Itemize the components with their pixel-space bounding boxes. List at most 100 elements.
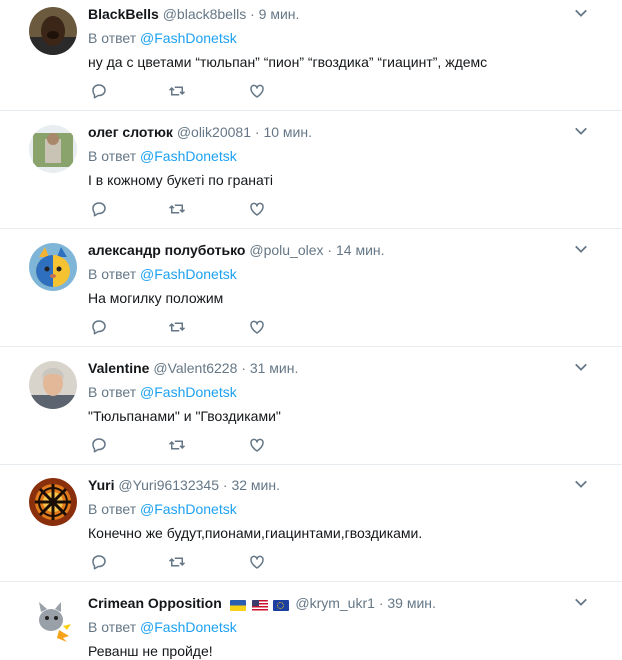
tweet-actions — [88, 200, 288, 220]
tweet-menu-button[interactable] — [574, 477, 590, 493]
reply-prefix: В ответ — [88, 619, 137, 635]
reply-tweet[interactable]: Valentine @Valent6228 · 31 мин. В ответ … — [0, 354, 622, 465]
retweet-icon — [168, 322, 186, 332]
avatar-photo-icon — [29, 125, 77, 173]
reply-button[interactable] — [90, 318, 110, 338]
display-name[interactable]: Yuri — [88, 477, 114, 493]
avatar-cat-icon — [29, 243, 77, 291]
retweet-icon — [168, 86, 186, 96]
avatar[interactable] — [29, 125, 77, 173]
tweet-menu-button[interactable] — [574, 242, 590, 258]
reply-context: В ответ @FashDonetsk — [88, 500, 237, 518]
reply-icon — [92, 320, 106, 335]
flag-ukraine-icon — [229, 599, 246, 611]
like-button[interactable] — [248, 436, 268, 456]
user-handle[interactable]: @Yuri96132345 — [118, 477, 219, 493]
separator-dot: · — [250, 6, 255, 22]
user-handle[interactable]: @black8bells — [163, 6, 246, 22]
reply-icon — [92, 438, 106, 453]
avatar-cartoon-icon — [29, 596, 77, 644]
timestamp[interactable]: 39 мин. — [387, 595, 436, 611]
retweet-button[interactable] — [168, 436, 188, 456]
timestamp[interactable]: 31 мин. — [250, 360, 299, 376]
tweet-actions — [88, 318, 288, 338]
avatar[interactable] — [29, 596, 77, 644]
tweet-menu-button[interactable] — [574, 124, 590, 140]
retweet-button[interactable] — [168, 318, 188, 338]
tweet-menu-button[interactable] — [574, 6, 590, 22]
heart-icon — [250, 438, 264, 452]
display-name[interactable]: BlackBells — [88, 6, 159, 22]
retweet-icon — [168, 204, 186, 214]
retweet-button[interactable] — [168, 553, 188, 573]
avatar-photo-icon — [29, 7, 77, 55]
timestamp[interactable]: 32 мин. — [231, 477, 280, 493]
like-button[interactable] — [248, 318, 268, 338]
separator-dot: · — [378, 595, 384, 611]
reply-button[interactable] — [90, 200, 110, 220]
reply-button[interactable] — [90, 436, 110, 456]
reply-icon — [92, 555, 106, 570]
heart-icon — [250, 320, 264, 334]
flag-usa-canton — [251, 599, 259, 606]
reply-to-link[interactable]: @FashDonetsk — [140, 619, 237, 635]
chevron-down-icon — [575, 598, 587, 606]
avatar[interactable] — [29, 243, 77, 291]
retweet-icon — [168, 557, 186, 567]
tweet-text: "Тюльпанами" и "Гвоздиками" — [88, 408, 281, 424]
chevron-down-icon — [575, 363, 587, 371]
reply-to-link[interactable]: @FashDonetsk — [140, 384, 237, 400]
display-name[interactable]: александр полуботько — [88, 242, 245, 258]
flag-eu-stars — [277, 601, 285, 609]
timestamp[interactable]: 14 мин. — [336, 242, 385, 258]
tweet-actions — [88, 82, 288, 102]
avatar[interactable] — [29, 361, 77, 409]
reply-icon — [92, 84, 106, 99]
like-button[interactable] — [248, 200, 268, 220]
flag-usa-icon — [251, 599, 268, 611]
user-handle[interactable]: @olik20081 — [177, 124, 251, 140]
reply-to-link[interactable]: @FashDonetsk — [140, 266, 237, 282]
heart-icon — [250, 84, 264, 98]
reply-to-link[interactable]: @FashDonetsk — [140, 501, 237, 517]
avatar-sun-symbol-icon — [29, 478, 77, 526]
display-name[interactable]: Valentine — [88, 360, 149, 376]
display-name[interactable]: олег слотюк — [88, 124, 173, 140]
timestamp[interactable]: 9 мин. — [259, 6, 300, 22]
chevron-down-icon — [575, 245, 587, 253]
reply-context: В ответ @FashDonetsk — [88, 265, 237, 283]
retweet-icon — [168, 440, 186, 450]
tweet-actions — [88, 436, 288, 456]
separator-dot: · — [241, 360, 246, 376]
display-name[interactable]: Crimean Opposition — [88, 595, 222, 611]
reply-tweet[interactable]: Crimean Opposition @krym_ukr1 · 39 мин. … — [0, 589, 622, 660]
reply-tweet[interactable]: олег слотюк @olik20081 · 10 мин. В ответ… — [0, 118, 622, 229]
flag-eu-icon — [273, 599, 290, 611]
timestamp[interactable]: 10 мин. — [263, 124, 312, 140]
profile-flags — [229, 595, 292, 613]
avatar[interactable] — [29, 478, 77, 526]
separator-dot: · — [254, 124, 260, 140]
chevron-down-icon — [575, 9, 587, 17]
reply-button[interactable] — [90, 82, 110, 102]
like-button[interactable] — [248, 82, 268, 102]
user-handle[interactable]: @krym_ukr1 — [295, 595, 375, 611]
reply-to-link[interactable]: @FashDonetsk — [140, 30, 237, 46]
user-handle[interactable]: @Valent6228 — [153, 360, 237, 376]
retweet-button[interactable] — [168, 200, 188, 220]
like-button[interactable] — [248, 553, 268, 573]
reply-context: В ответ @FashDonetsk — [88, 618, 237, 636]
reply-prefix: В ответ — [88, 501, 137, 517]
reply-to-link[interactable]: @FashDonetsk — [140, 148, 237, 164]
reply-button[interactable] — [90, 553, 110, 573]
tweet-text: Реванш не пройде! — [88, 643, 213, 659]
reply-prefix: В ответ — [88, 266, 137, 282]
reply-tweet[interactable]: BlackBells @black8bells · 9 мин. В ответ… — [0, 0, 622, 111]
user-handle[interactable]: @polu_olex — [249, 242, 323, 258]
retweet-button[interactable] — [168, 82, 188, 102]
tweet-menu-button[interactable] — [574, 595, 590, 611]
avatar[interactable] — [29, 7, 77, 55]
reply-tweet[interactable]: александр полуботько @polu_olex · 14 мин… — [0, 236, 622, 347]
reply-tweet[interactable]: Yuri @Yuri96132345 · 32 мин. В ответ @Fa… — [0, 471, 622, 582]
tweet-menu-button[interactable] — [574, 360, 590, 376]
